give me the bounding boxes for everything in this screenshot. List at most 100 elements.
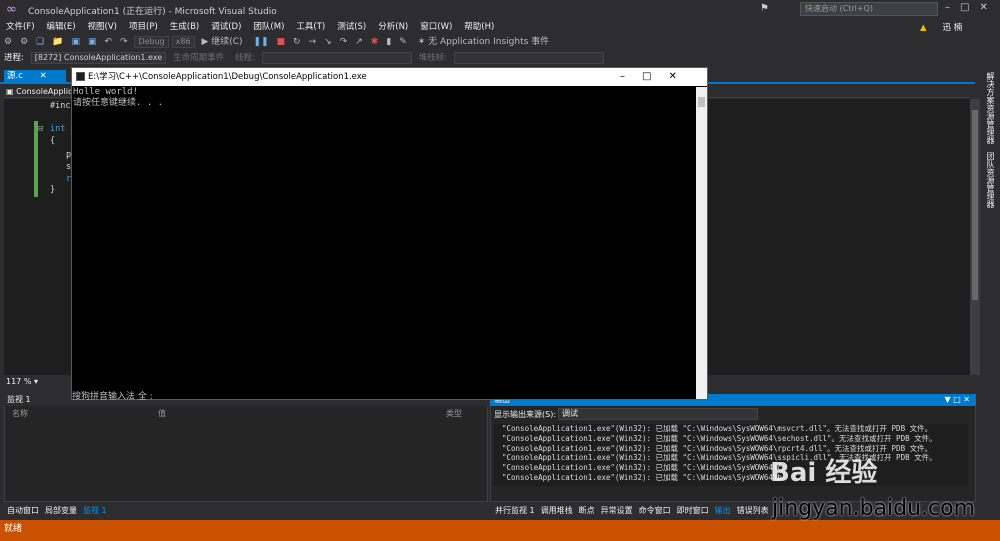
nav-label: ConsoleApplic: [16, 87, 73, 96]
tab-autos[interactable]: 自动窗口: [4, 504, 42, 518]
output-line: "ConsoleApplication1.exe"(Win32): 已加载 "C…: [502, 424, 933, 433]
console-title-bar[interactable]: E:\学习\C++\ConsoleApplication1\Debug\Cons…: [72, 68, 707, 86]
configuration-select[interactable]: Debug: [134, 36, 169, 48]
redo-icon[interactable]: ↷: [116, 34, 132, 50]
menu-build[interactable]: 生成(B): [164, 20, 205, 34]
user-name[interactable]: 迅 楠: [943, 23, 963, 33]
stack-frame-select[interactable]: [453, 52, 604, 64]
lifecycle-events-button[interactable]: 生命周期事件: [169, 50, 228, 66]
pause-icon[interactable]: ❚❚: [249, 34, 272, 50]
column-value[interactable]: 值: [158, 408, 166, 419]
console-window[interactable]: [71, 67, 708, 400]
window-controls[interactable]: –□✕: [945, 2, 997, 13]
status-text: 就绪: [4, 524, 23, 534]
application-insights-button[interactable]: ✶ 无 Application Insights 事件: [414, 34, 553, 50]
step-out-icon[interactable]: ↗: [351, 34, 367, 50]
pin-icon[interactable]: ▼ □ ✕: [945, 394, 971, 406]
output-text[interactable]: "ConsoleApplication1.exe"(Win32): 已加载 "C…: [494, 424, 968, 486]
ime-status: 搜狗拼音输入法 全 :: [72, 392, 153, 402]
quick-launch-input[interactable]: 快速启动 (Ctrl+Q): [800, 2, 938, 16]
menu-tools[interactable]: 工具(T): [290, 20, 331, 34]
file-icon: ▣: [6, 87, 14, 96]
column-type[interactable]: 类型: [446, 408, 462, 419]
tab-solution-explorer[interactable]: 解决方案资源管理器: [985, 72, 996, 144]
right-tool-rail: 解决方案资源管理器 团队资源管理器: [982, 66, 1000, 516]
process-select[interactable]: [8272] ConsoleApplication1.exe: [30, 52, 167, 64]
tab-watch[interactable]: 监视 1: [80, 504, 110, 518]
close-icon[interactable]: ✕: [40, 71, 47, 81]
status-bar: 就绪: [0, 520, 1000, 541]
notifications-icon[interactable]: ⚑: [760, 3, 769, 14]
watch-header: 名称 值 类型: [6, 408, 486, 420]
menu-test[interactable]: 测试(S): [331, 20, 372, 34]
stop-icon[interactable]: ■: [273, 34, 290, 50]
bookmark-icon[interactable]: ▮: [382, 34, 395, 50]
back-icon[interactable]: ⚙: [0, 34, 16, 50]
menu-team[interactable]: 团队(M): [247, 20, 290, 34]
zoom-value: 117 %: [6, 377, 32, 386]
platform-select[interactable]: x86: [171, 36, 195, 48]
step-over-icon[interactable]: ↷: [336, 34, 352, 50]
save-all-icon[interactable]: ▣: [84, 34, 101, 50]
baidu-watermark-logo: Bai 经验: [770, 458, 878, 488]
menu-analyze[interactable]: 分析(N): [372, 20, 414, 34]
editor-scroll-thumb[interactable]: [972, 110, 978, 300]
output-source-select[interactable]: 调试: [558, 408, 758, 420]
console-window-controls[interactable]: –□✕: [620, 68, 706, 86]
project-navigation-select[interactable]: ▣ ConsoleApplic: [6, 86, 72, 98]
tab-exception-settings[interactable]: 异常设置: [598, 504, 636, 518]
insights-label: 无 Application Insights 事件: [428, 37, 550, 47]
tab-call-stack[interactable]: 调用堆栈: [538, 504, 576, 518]
process-label: 进程:: [4, 53, 24, 63]
output-line: "ConsoleApplication1.exe"(Win32): 已加载 "C…: [502, 443, 933, 453]
output-source-label: 显示输出来源(S):: [494, 410, 557, 419]
thread-label: 线程:: [234, 53, 255, 63]
open-folder-icon[interactable]: 📁: [48, 34, 67, 50]
comment-icon[interactable]: ✎: [395, 34, 411, 50]
warning-icon[interactable]: ▲: [920, 23, 927, 33]
tab-parallel-watch[interactable]: 并行监视 1: [492, 504, 538, 518]
forward-icon[interactable]: ⚙: [16, 34, 32, 50]
output-line: "ConsoleApplication1.exe"(Win32): 已加载 "C…: [502, 472, 782, 482]
menu-help[interactable]: 帮助(H): [458, 20, 500, 34]
console-scroll-thumb[interactable]: [698, 97, 705, 107]
console-scrollbar[interactable]: [696, 87, 707, 399]
menu-edit[interactable]: 编辑(E): [41, 20, 82, 34]
menu-debug[interactable]: 调试(D): [205, 20, 247, 34]
show-next-statement-icon[interactable]: →: [305, 34, 321, 50]
standard-toolbar: ⚙ ⚙ ❏ 📁 ▣ ▣ ↶ ↷ Debug x86 ▶ 继续(C) ❚❚ ■ ↻ → ↘ ↷ ↗ ✱ ▮ ✎ ✶…: [0, 34, 1000, 50]
tab-command-window[interactable]: 命令窗口: [636, 504, 674, 518]
menu-file[interactable]: 文件(F): [0, 20, 41, 34]
baidu-watermark-url: jingyan.baidu.com: [772, 496, 976, 521]
save-icon[interactable]: ▣: [67, 34, 84, 50]
tab-error-list[interactable]: 错误列表: [734, 504, 772, 518]
new-project-icon[interactable]: ❏: [32, 34, 48, 50]
column-name[interactable]: 名称: [12, 408, 28, 419]
code-line[interactable]: }: [50, 185, 55, 195]
code-line[interactable]: {: [50, 136, 55, 146]
visual-studio-logo-icon: ∞: [6, 2, 17, 17]
debug-tabs-right: 并行监视 1 调用堆栈 断点 异常设置 命令窗口 即时窗口 输出 错误列表: [492, 504, 772, 518]
tab-breakpoints[interactable]: 断点: [576, 504, 598, 518]
menu-project[interactable]: 项目(P): [123, 20, 164, 34]
console-title: E:\学习\C++\ConsoleApplication1\Debug\Cons…: [88, 72, 367, 82]
undo-icon[interactable]: ↶: [100, 34, 116, 50]
hex-display-icon[interactable]: ✱: [367, 34, 383, 50]
continue-button[interactable]: ▶ 继续(C): [197, 34, 246, 50]
tab-locals[interactable]: 局部变量: [42, 504, 80, 518]
output-line: "ConsoleApplication1.exe"(Win32): 已加载 "C…: [502, 453, 937, 463]
menu-bar: 文件(F) 编辑(E) 视图(V) 项目(P) 生成(B) 调试(D) 团队(M) 工具(T)…: [0, 20, 1000, 34]
thread-select[interactable]: [261, 52, 412, 64]
console-output: Holle world! 请按任意键继续. . .: [72, 87, 696, 109]
step-into-icon[interactable]: ↘: [320, 34, 336, 50]
menu-window[interactable]: 窗口(W): [414, 20, 458, 34]
menu-right-area: ▲ 迅 楠: [920, 21, 962, 33]
collapse-icon[interactable]: ⊟: [38, 124, 43, 134]
tab-source-file[interactable]: 源.c ✕: [4, 70, 66, 84]
tab-immediate-window[interactable]: 即时窗口: [674, 504, 712, 518]
menu-view[interactable]: 视图(V): [82, 20, 123, 34]
restart-icon[interactable]: ↻: [289, 34, 305, 50]
tab-output[interactable]: 输出: [712, 504, 734, 518]
debug-location-toolbar: 进程: [8272] ConsoleApplication1.exe 生命周期事…: [0, 50, 1000, 66]
tab-team-explorer[interactable]: 团队资源管理器: [985, 152, 996, 208]
